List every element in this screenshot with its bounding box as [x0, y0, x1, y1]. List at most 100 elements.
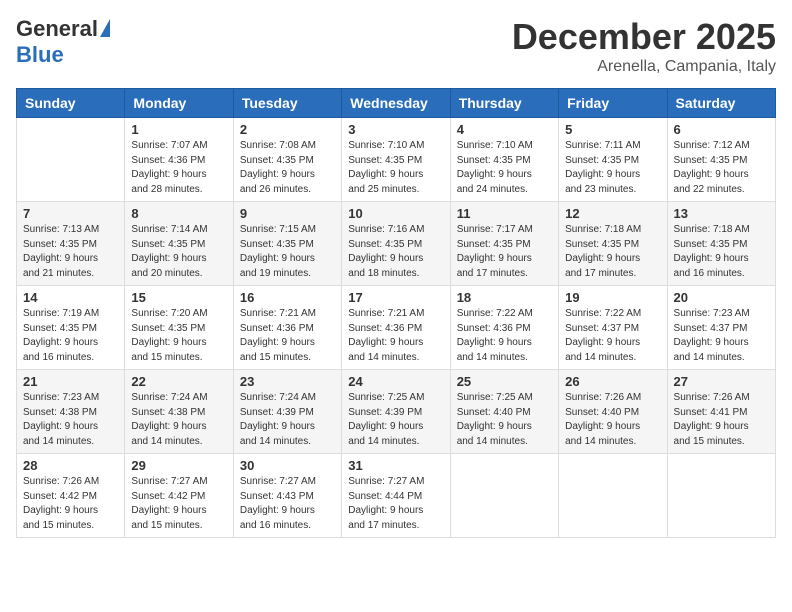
day-info: Sunrise: 7:13 AM Sunset: 4:35 PM Dayligh…	[23, 223, 118, 281]
calendar-cell: 25Sunrise: 7:25 AM Sunset: 4:40 PM Dayli…	[450, 370, 558, 454]
day-info: Sunrise: 7:27 AM Sunset: 4:44 PM Dayligh…	[348, 475, 443, 533]
day-info: Sunrise: 7:23 AM Sunset: 4:37 PM Dayligh…	[674, 307, 769, 365]
day-info: Sunrise: 7:11 AM Sunset: 4:35 PM Dayligh…	[565, 139, 660, 197]
weekday-header-sunday: Sunday	[17, 89, 125, 118]
day-number: 21	[23, 374, 118, 389]
calendar-week-row: 1 Sunrise: 7:07 AM Sunset: 4:36 PM Daylig…	[17, 118, 776, 202]
day-number: 23	[240, 374, 335, 389]
calendar-cell: 23 Sunrise: 7:24 AM Sunset: 4:39 PM Dayli…	[233, 370, 341, 454]
day-number: 7	[23, 206, 118, 221]
calendar-cell: 10Sunrise: 7:16 AM Sunset: 4:35 PM Dayli…	[342, 202, 450, 286]
day-info: Sunrise: 7:17 AM Sunset: 4:35 PM Dayligh…	[457, 223, 552, 281]
calendar-cell	[17, 118, 125, 202]
calendar-cell: 2Sunrise: 7:08 AM Sunset: 4:35 PM Daylig…	[233, 118, 341, 202]
day-number: 26	[565, 374, 660, 389]
day-info: Sunrise: 7:26 AM Sunset: 4:42 PM Dayligh…	[23, 475, 118, 533]
calendar-cell: 14 Sunrise: 7:19 AM Sunset: 4:35 PM Dayli…	[17, 286, 125, 370]
calendar-cell: 15 Sunrise: 7:20 AM Sunset: 4:35 PM Dayli…	[125, 286, 233, 370]
logo-blue: Blue	[16, 42, 64, 68]
day-info: Sunrise: 7:14 AM Sunset: 4:35 PM Dayligh…	[131, 223, 226, 281]
location: Arenella, Campania, Italy	[512, 58, 776, 76]
day-info: Sunrise: 7:08 AM Sunset: 4:35 PM Dayligh…	[240, 139, 335, 197]
day-number: 28	[23, 458, 118, 473]
day-number: 11	[457, 206, 552, 221]
day-number: 12	[565, 206, 660, 221]
day-info: Sunrise: 7:24 AM Sunset: 4:38 PM Dayligh…	[131, 391, 226, 449]
day-info: Sunrise: 7:19 AM Sunset: 4:35 PM Dayligh…	[23, 307, 118, 365]
calendar-week-row: 21 Sunrise: 7:23 AM Sunset: 4:38 PM Dayli…	[17, 370, 776, 454]
calendar-cell: 18 Sunrise: 7:22 AM Sunset: 4:36 PM Dayli…	[450, 286, 558, 370]
day-number: 31	[348, 458, 443, 473]
day-info: Sunrise: 7:23 AM Sunset: 4:38 PM Dayligh…	[23, 391, 118, 449]
calendar-cell: 4 Sunrise: 7:10 AM Sunset: 4:35 PM Daylig…	[450, 118, 558, 202]
calendar-cell	[559, 454, 667, 538]
day-info: Sunrise: 7:16 AM Sunset: 4:35 PM Dayligh…	[348, 223, 443, 281]
calendar-cell: 3 Sunrise: 7:10 AM Sunset: 4:35 PM Daylig…	[342, 118, 450, 202]
weekday-header-monday: Monday	[125, 89, 233, 118]
day-info: Sunrise: 7:18 AM Sunset: 4:35 PM Dayligh…	[565, 223, 660, 281]
logo: General Blue	[16, 16, 110, 68]
weekday-header-row: SundayMondayTuesdayWednesdayThursdayFrid…	[17, 89, 776, 118]
day-number: 16	[240, 290, 335, 305]
calendar-cell: 5 Sunrise: 7:11 AM Sunset: 4:35 PM Daylig…	[559, 118, 667, 202]
calendar-cell: 16Sunrise: 7:21 AM Sunset: 4:36 PM Dayli…	[233, 286, 341, 370]
calendar-cell	[450, 454, 558, 538]
weekday-header-friday: Friday	[559, 89, 667, 118]
day-number: 6	[674, 122, 769, 137]
weekday-header-thursday: Thursday	[450, 89, 558, 118]
calendar-cell: 30 Sunrise: 7:27 AM Sunset: 4:43 PM Dayli…	[233, 454, 341, 538]
calendar-cell: 9 Sunrise: 7:15 AM Sunset: 4:35 PM Daylig…	[233, 202, 341, 286]
day-info: Sunrise: 7:26 AM Sunset: 4:41 PM Dayligh…	[674, 391, 769, 449]
calendar-week-row: 7 Sunrise: 7:13 AM Sunset: 4:35 PM Daylig…	[17, 202, 776, 286]
day-info: Sunrise: 7:10 AM Sunset: 4:35 PM Dayligh…	[457, 139, 552, 197]
weekday-header-saturday: Saturday	[667, 89, 775, 118]
day-info: Sunrise: 7:22 AM Sunset: 4:37 PM Dayligh…	[565, 307, 660, 365]
day-info: Sunrise: 7:22 AM Sunset: 4:36 PM Dayligh…	[457, 307, 552, 365]
day-number: 18	[457, 290, 552, 305]
day-info: Sunrise: 7:27 AM Sunset: 4:43 PM Dayligh…	[240, 475, 335, 533]
calendar-cell: 19 Sunrise: 7:22 AM Sunset: 4:37 PM Dayli…	[559, 286, 667, 370]
title-block: December 2025 Arenella, Campania, Italy	[512, 16, 776, 76]
calendar-cell: 17Sunrise: 7:21 AM Sunset: 4:36 PM Dayli…	[342, 286, 450, 370]
day-number: 14	[23, 290, 118, 305]
day-number: 20	[674, 290, 769, 305]
calendar-cell: 12 Sunrise: 7:18 AM Sunset: 4:35 PM Dayli…	[559, 202, 667, 286]
calendar-cell: 31 Sunrise: 7:27 AM Sunset: 4:44 PM Dayli…	[342, 454, 450, 538]
calendar-cell: 27 Sunrise: 7:26 AM Sunset: 4:41 PM Dayli…	[667, 370, 775, 454]
day-number: 30	[240, 458, 335, 473]
day-number: 24	[348, 374, 443, 389]
day-number: 4	[457, 122, 552, 137]
day-info: Sunrise: 7:10 AM Sunset: 4:35 PM Dayligh…	[348, 139, 443, 197]
calendar-cell: 8Sunrise: 7:14 AM Sunset: 4:35 PM Daylig…	[125, 202, 233, 286]
day-info: Sunrise: 7:24 AM Sunset: 4:39 PM Dayligh…	[240, 391, 335, 449]
calendar-cell: 28 Sunrise: 7:26 AM Sunset: 4:42 PM Dayli…	[17, 454, 125, 538]
calendar-cell: 11 Sunrise: 7:17 AM Sunset: 4:35 PM Dayli…	[450, 202, 558, 286]
day-number: 27	[674, 374, 769, 389]
calendar-cell: 7 Sunrise: 7:13 AM Sunset: 4:35 PM Daylig…	[17, 202, 125, 286]
day-info: Sunrise: 7:26 AM Sunset: 4:40 PM Dayligh…	[565, 391, 660, 449]
day-info: Sunrise: 7:21 AM Sunset: 4:36 PM Dayligh…	[348, 307, 443, 365]
calendar-cell: 22Sunrise: 7:24 AM Sunset: 4:38 PM Dayli…	[125, 370, 233, 454]
calendar-table: SundayMondayTuesdayWednesdayThursdayFrid…	[16, 88, 776, 538]
day-info: Sunrise: 7:18 AM Sunset: 4:35 PM Dayligh…	[674, 223, 769, 281]
day-number: 9	[240, 206, 335, 221]
day-number: 15	[131, 290, 226, 305]
calendar-week-row: 28 Sunrise: 7:26 AM Sunset: 4:42 PM Dayli…	[17, 454, 776, 538]
day-number: 3	[348, 122, 443, 137]
calendar-cell: 24 Sunrise: 7:25 AM Sunset: 4:39 PM Dayli…	[342, 370, 450, 454]
day-info: Sunrise: 7:07 AM Sunset: 4:36 PM Dayligh…	[131, 139, 226, 197]
weekday-header-tuesday: Tuesday	[233, 89, 341, 118]
calendar-cell	[667, 454, 775, 538]
day-number: 5	[565, 122, 660, 137]
calendar-cell: 26 Sunrise: 7:26 AM Sunset: 4:40 PM Dayli…	[559, 370, 667, 454]
day-number: 1	[131, 122, 226, 137]
day-number: 19	[565, 290, 660, 305]
day-info: Sunrise: 7:25 AM Sunset: 4:39 PM Dayligh…	[348, 391, 443, 449]
weekday-header-wednesday: Wednesday	[342, 89, 450, 118]
day-info: Sunrise: 7:15 AM Sunset: 4:35 PM Dayligh…	[240, 223, 335, 281]
day-info: Sunrise: 7:20 AM Sunset: 4:35 PM Dayligh…	[131, 307, 226, 365]
logo-triangle-icon	[100, 19, 110, 37]
calendar-cell: 20 Sunrise: 7:23 AM Sunset: 4:37 PM Dayli…	[667, 286, 775, 370]
day-number: 13	[674, 206, 769, 221]
page-header: General Blue December 2025 Arenella, Cam…	[16, 16, 776, 76]
